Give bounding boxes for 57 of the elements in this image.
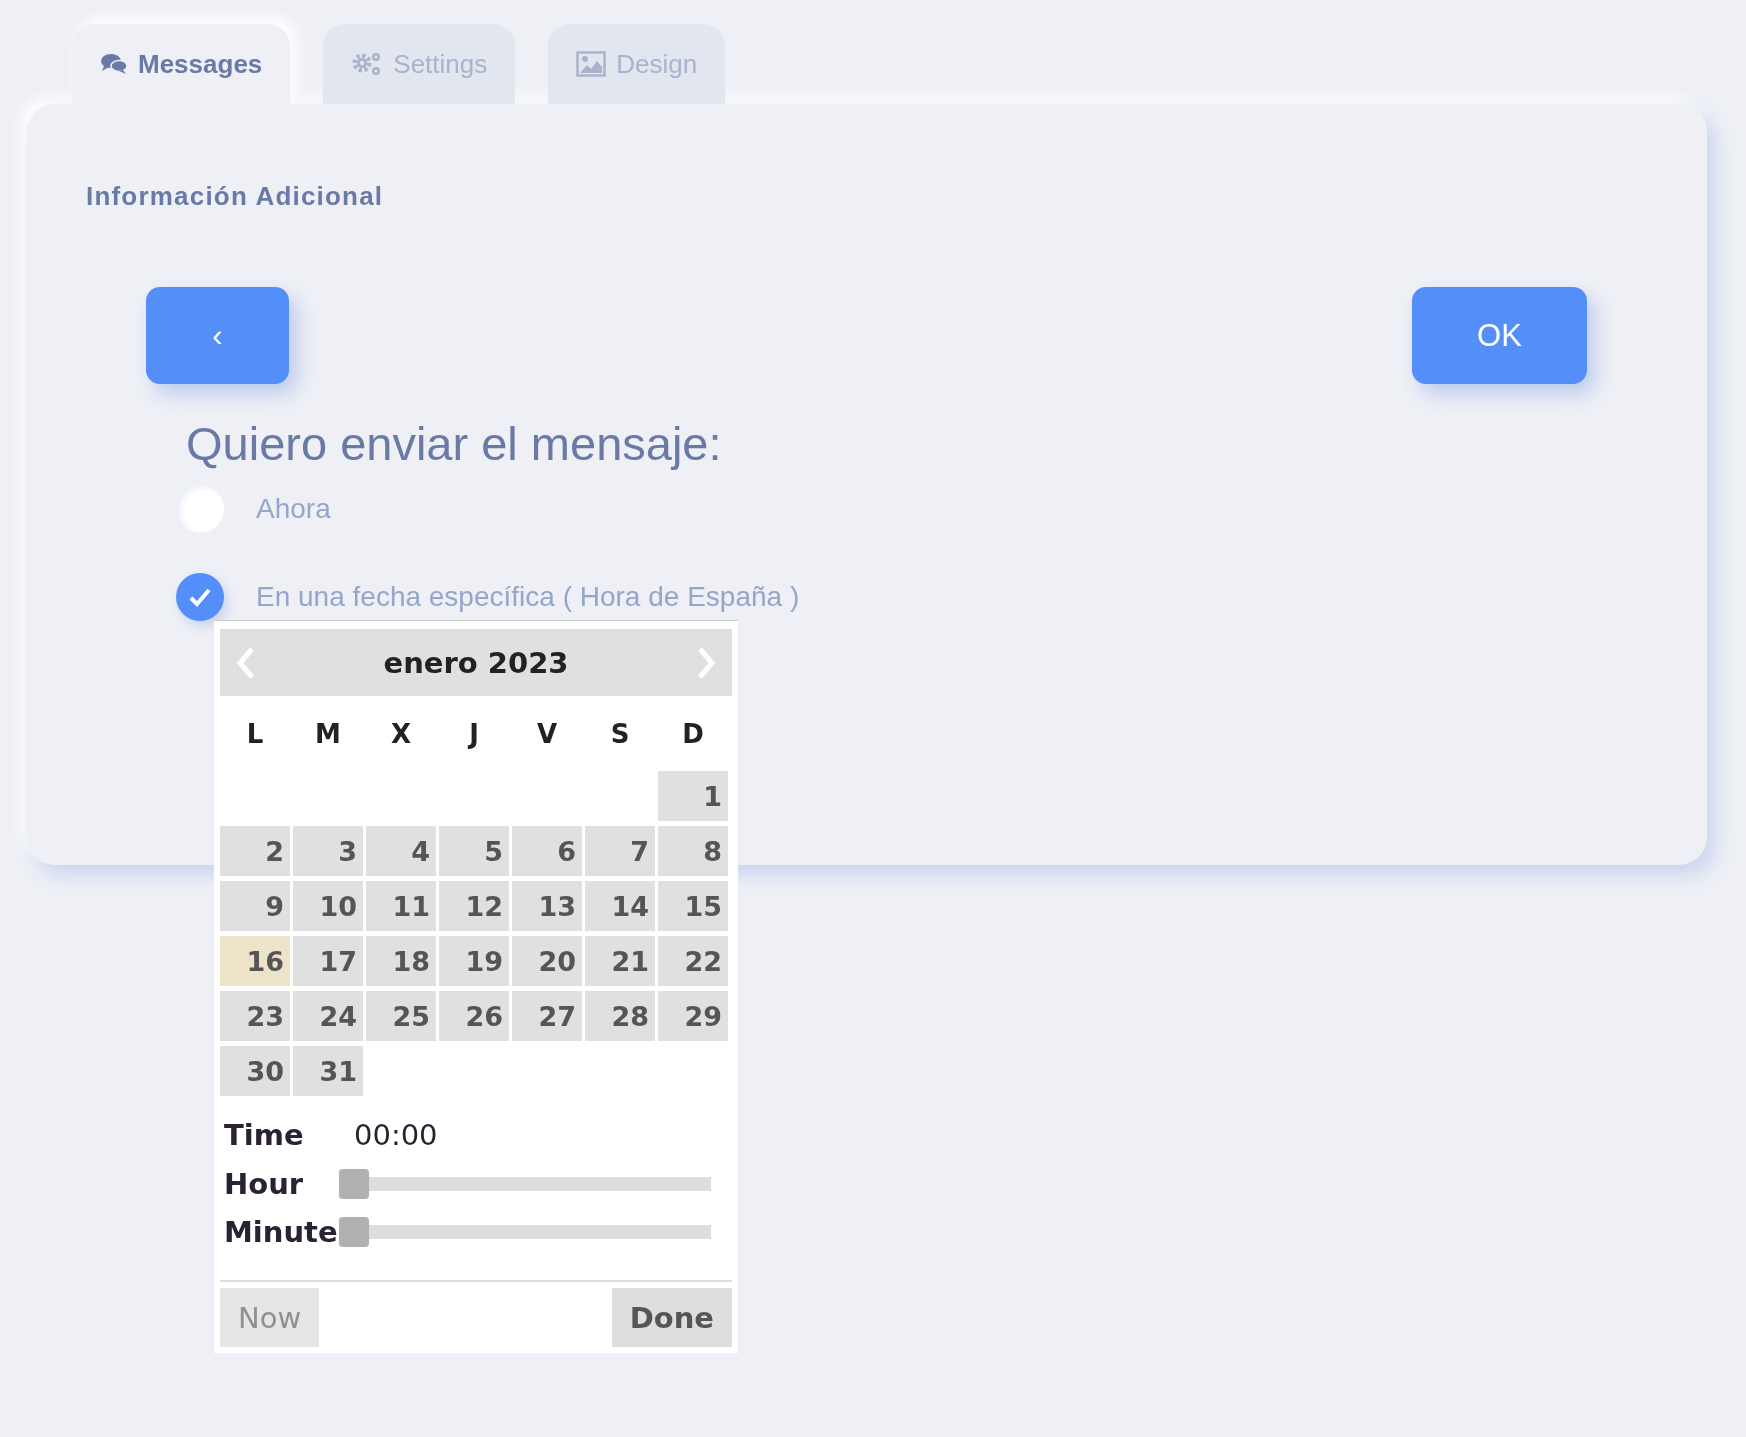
day-cell[interactable]: 25 xyxy=(366,991,436,1041)
day-cell[interactable]: 8 xyxy=(658,826,728,876)
weekday-label: V xyxy=(535,718,559,751)
day-cell[interactable]: 22 xyxy=(658,936,728,986)
time-label: Time xyxy=(224,1118,305,1152)
day-cell[interactable]: 4 xyxy=(366,826,436,876)
weekday-label: J xyxy=(466,718,480,751)
day-cell[interactable]: 11 xyxy=(366,881,436,931)
checkmark-icon xyxy=(188,587,212,607)
day-cell[interactable]: 12 xyxy=(439,881,509,931)
done-button[interactable]: Done xyxy=(611,1288,732,1347)
slider-label: Hour xyxy=(224,1167,305,1201)
day-cell[interactable]: 3 xyxy=(293,826,363,876)
radio-button[interactable] xyxy=(176,573,224,621)
day-cell[interactable]: 10 xyxy=(293,881,363,931)
day-cell[interactable]: 20 xyxy=(512,936,582,986)
day-cell[interactable]: 27 xyxy=(512,991,582,1041)
chat-bubbles-icon xyxy=(100,52,128,76)
image-icon xyxy=(576,51,607,77)
day-cell[interactable]: 7 xyxy=(585,826,655,876)
day-cell[interactable]: 6 xyxy=(512,826,582,876)
back-button[interactable]: ‹ xyxy=(146,287,289,384)
day-cell[interactable]: 17 xyxy=(293,936,363,986)
radio-label: Ahora xyxy=(256,493,331,525)
weekday-label: X xyxy=(389,718,412,751)
weekday-label: M xyxy=(314,718,342,751)
day-cell[interactable]: 15 xyxy=(658,881,728,931)
weekday-label: L xyxy=(245,718,265,751)
day-cell[interactable]: 31 xyxy=(293,1046,363,1096)
day-cell[interactable]: 14 xyxy=(585,881,655,931)
day-cell[interactable]: 24 xyxy=(293,991,363,1041)
tab[interactable]: Messages xyxy=(72,24,291,104)
time-value: 00:00 xyxy=(354,1118,438,1152)
weekday-label: S xyxy=(609,718,631,751)
day-cell[interactable]: 5 xyxy=(439,826,509,876)
section-title: Información Adicional xyxy=(86,181,385,212)
day-cell[interactable]: 19 xyxy=(439,936,509,986)
day-cell[interactable]: 1 xyxy=(658,771,728,821)
day-cell[interactable]: 18 xyxy=(366,936,436,986)
day-cell[interactable]: 21 xyxy=(585,936,655,986)
day-cell[interactable]: 9 xyxy=(220,881,290,931)
weekday-label: D xyxy=(681,718,705,751)
slider-label: Minute xyxy=(224,1215,339,1249)
day-cell[interactable]: 29 xyxy=(658,991,728,1041)
day-cell[interactable]: 13 xyxy=(512,881,582,931)
question-heading: Quiero enviar el mensaje: xyxy=(186,416,723,471)
day-cell[interactable]: 30 xyxy=(220,1046,290,1096)
slider-thumb[interactable] xyxy=(339,1169,369,1199)
day-cell[interactable]: 2 xyxy=(220,826,290,876)
ok-button[interactable]: OK xyxy=(1412,287,1587,384)
day-cell[interactable]: 23 xyxy=(220,991,290,1041)
day-cell[interactable]: 26 xyxy=(439,991,509,1041)
day-cell[interactable]: 16 xyxy=(220,936,290,986)
slider-thumb[interactable] xyxy=(339,1217,369,1247)
month-title: enero 2023 xyxy=(383,645,569,680)
radio-label: En una fecha específica ( Hora de España ) xyxy=(256,581,800,613)
day-cell[interactable]: 28 xyxy=(585,991,655,1041)
